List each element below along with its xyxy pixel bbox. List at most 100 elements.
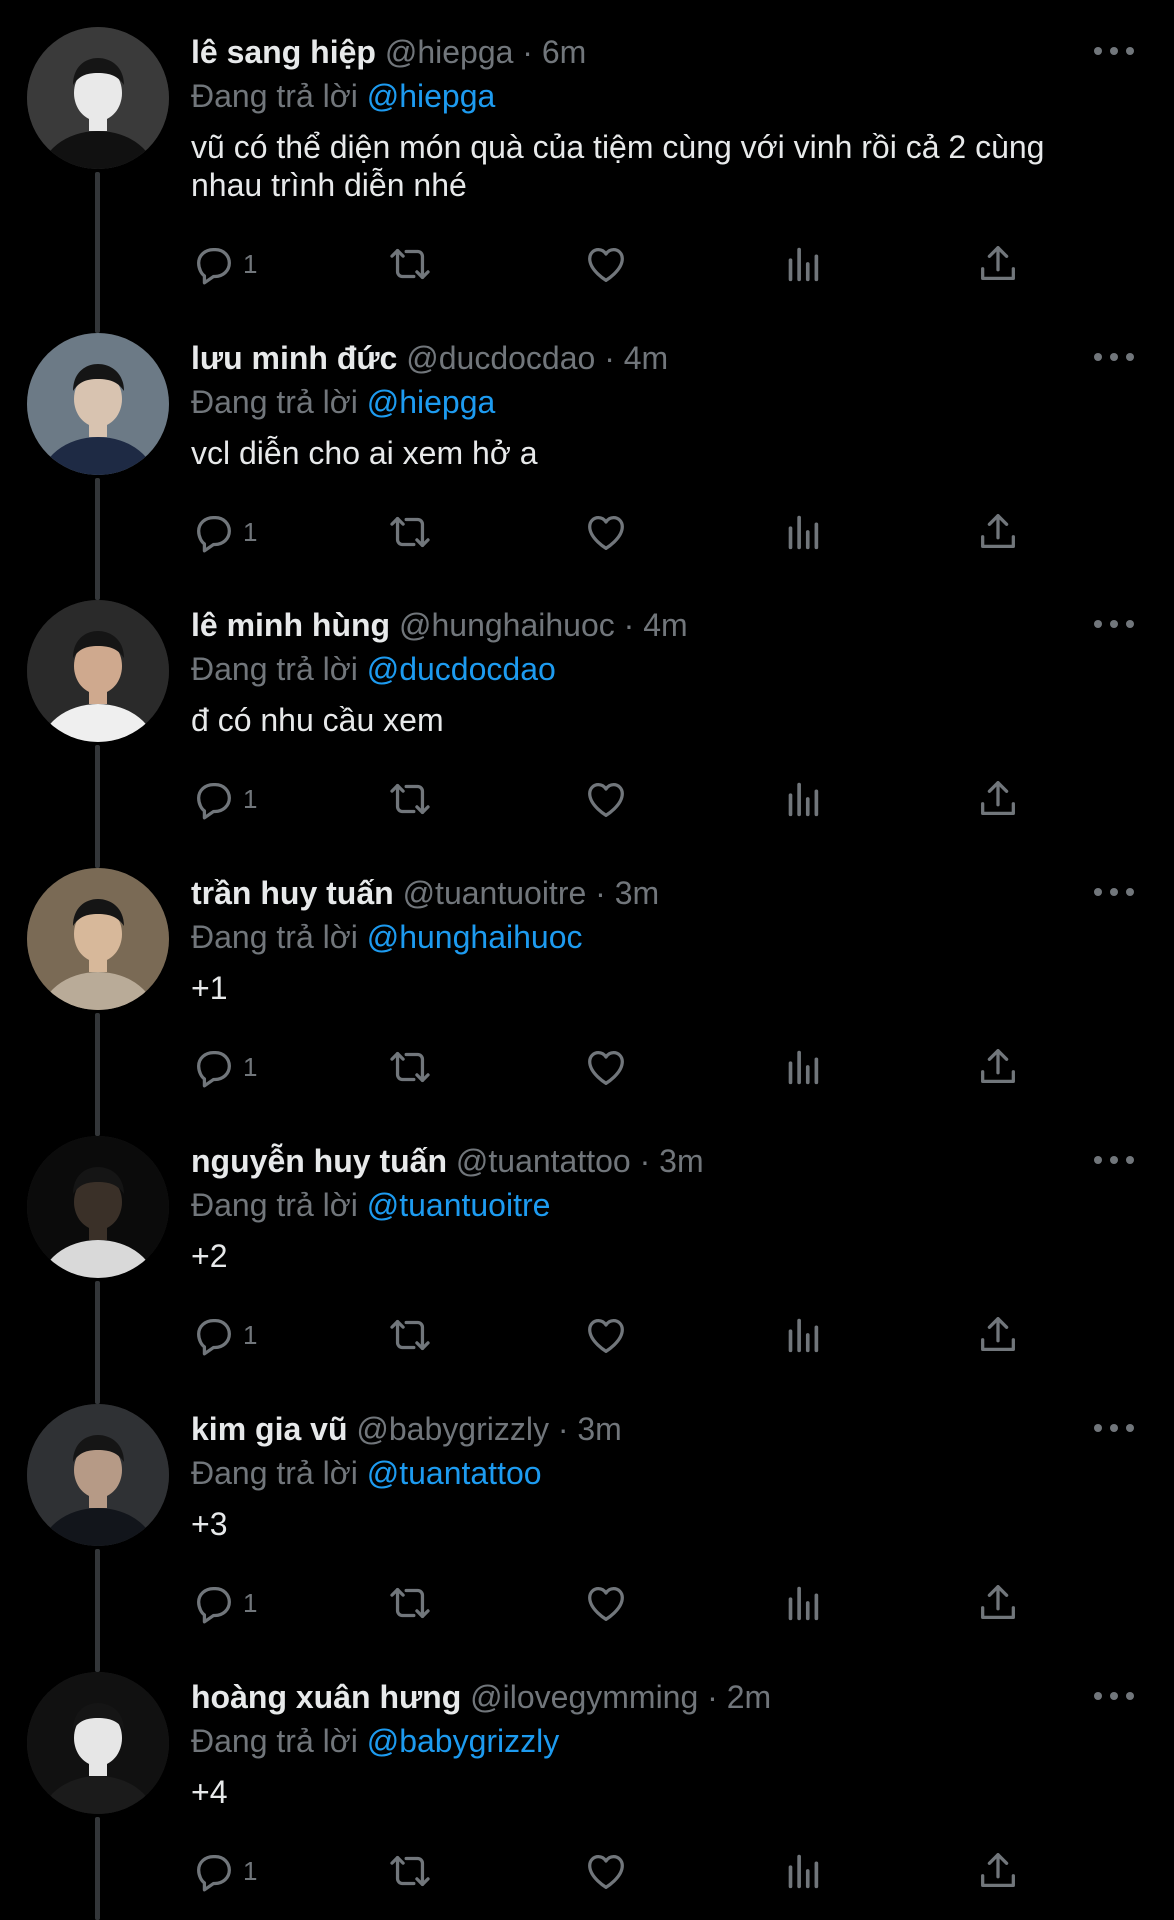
reply-tweet[interactable]: nguyễn huy tuấn @tuantattoo · 3m Đang trả… xyxy=(0,1109,1174,1404)
retweet-button[interactable] xyxy=(387,1847,433,1895)
avatar[interactable] xyxy=(27,333,169,475)
share-button[interactable] xyxy=(975,508,1021,556)
replying-to-label: Đang trả lời xyxy=(191,1187,358,1223)
more-options-icon[interactable] xyxy=(1094,1145,1134,1175)
reply-button[interactable]: 1 xyxy=(191,775,257,823)
like-button[interactable] xyxy=(583,1043,629,1091)
author-name[interactable]: lưu minh đức xyxy=(191,340,397,376)
share-upload-icon xyxy=(975,776,1021,822)
like-button[interactable] xyxy=(583,1311,629,1359)
replying-to-handle-link[interactable]: @tuantuoitre xyxy=(367,1187,551,1223)
like-button[interactable] xyxy=(583,508,629,556)
reply-bubble-icon xyxy=(191,1312,237,1358)
tweet-actions: 1 xyxy=(191,1311,1071,1359)
share-button[interactable] xyxy=(975,1847,1021,1895)
replying-to-handle-link[interactable]: @hiepga xyxy=(367,384,496,420)
reply-count: 1 xyxy=(243,516,258,547)
like-button[interactable] xyxy=(583,1579,629,1627)
timestamp[interactable]: 4m xyxy=(624,340,668,376)
more-options-icon[interactable] xyxy=(1094,877,1134,907)
author-name[interactable]: trần huy tuấn xyxy=(191,875,394,911)
more-dot xyxy=(1126,888,1134,896)
views-button[interactable] xyxy=(779,1311,825,1359)
replying-to-handle-link[interactable]: @ducdocdao xyxy=(367,651,556,687)
retweet-button[interactable] xyxy=(387,508,433,556)
author-name[interactable]: nguyễn huy tuấn xyxy=(191,1143,447,1179)
reply-tweet[interactable]: lưu minh đức @ducdocdao · 4m Đang trả lời… xyxy=(0,306,1174,600)
author-handle[interactable]: @hiepga xyxy=(385,34,514,70)
reply-tweet[interactable]: lê sang hiệp @hiepga · 6m Đang trả lời @h… xyxy=(0,0,1174,333)
avatar[interactable] xyxy=(27,1672,169,1814)
tweet-text: +4 xyxy=(191,1774,228,1810)
timestamp[interactable]: 4m xyxy=(643,607,687,643)
author-handle[interactable]: @ducdocdao xyxy=(406,340,595,376)
more-options-icon[interactable] xyxy=(1094,36,1134,66)
reply-button[interactable]: 1 xyxy=(191,1311,257,1359)
reply-tweet[interactable]: hoàng xuân hưng @ilovegymming · 2m Đang t… xyxy=(0,1645,1174,1920)
tweet-actions: 1 xyxy=(191,508,1071,556)
like-button[interactable] xyxy=(583,775,629,823)
views-button[interactable] xyxy=(779,1579,825,1627)
share-button[interactable] xyxy=(975,775,1021,823)
avatar[interactable] xyxy=(27,868,169,1010)
author-name[interactable]: hoàng xuân hưng xyxy=(191,1679,461,1715)
timestamp[interactable]: 3m xyxy=(615,875,659,911)
timestamp[interactable]: 3m xyxy=(577,1411,621,1447)
reply-button[interactable]: 1 xyxy=(191,508,257,556)
timestamp[interactable]: 2m xyxy=(727,1679,771,1715)
views-button[interactable] xyxy=(779,240,825,288)
more-options-icon[interactable] xyxy=(1094,1681,1134,1711)
views-button[interactable] xyxy=(779,508,825,556)
share-button[interactable] xyxy=(975,1311,1021,1359)
separator-dot: · xyxy=(707,1679,718,1715)
retweet-icon xyxy=(387,1312,433,1358)
author-name[interactable]: lê sang hiệp xyxy=(191,34,376,70)
avatar[interactable] xyxy=(27,1136,169,1278)
author-handle[interactable]: @tuantattoo xyxy=(456,1143,631,1179)
views-button[interactable] xyxy=(779,1043,825,1091)
author-handle[interactable]: @tuantuoitre xyxy=(403,875,587,911)
author-name[interactable]: lê minh hùng xyxy=(191,607,390,643)
retweet-button[interactable] xyxy=(387,240,433,288)
retweet-icon xyxy=(387,1848,433,1894)
share-button[interactable] xyxy=(975,1579,1021,1627)
timestamp[interactable]: 6m xyxy=(542,34,586,70)
avatar[interactable] xyxy=(27,600,169,742)
views-button[interactable] xyxy=(779,1847,825,1895)
share-upload-icon xyxy=(975,1580,1021,1626)
author-handle[interactable]: @hunghaihuoc xyxy=(399,607,615,643)
author-handle[interactable]: @ilovegymming xyxy=(470,1679,698,1715)
replying-to-handle-link[interactable]: @hiepga xyxy=(367,78,496,114)
reply-button[interactable]: 1 xyxy=(191,1847,257,1895)
author-name[interactable]: kim gia vũ xyxy=(191,1411,348,1447)
replying-to-handle-link[interactable]: @tuantattoo xyxy=(367,1455,542,1491)
like-button[interactable] xyxy=(583,1847,629,1895)
reply-button[interactable]: 1 xyxy=(191,240,257,288)
reply-tweet[interactable]: lê minh hùng @hunghaihuoc · 4m Đang trả l… xyxy=(0,573,1174,868)
tweet-actions: 1 xyxy=(191,775,1071,823)
more-options-icon[interactable] xyxy=(1094,1413,1134,1443)
more-options-icon[interactable] xyxy=(1094,609,1134,639)
author-handle[interactable]: @babygrizzly xyxy=(356,1411,549,1447)
avatar[interactable] xyxy=(27,27,169,169)
views-bar-chart-icon xyxy=(779,1848,825,1894)
retweet-button[interactable] xyxy=(387,775,433,823)
share-button[interactable] xyxy=(975,1043,1021,1091)
reply-tweet[interactable]: kim gia vũ @babygrizzly · 3m Đang trả lời… xyxy=(0,1377,1174,1672)
views-button[interactable] xyxy=(779,775,825,823)
timestamp[interactable]: 3m xyxy=(659,1143,703,1179)
like-button[interactable] xyxy=(583,240,629,288)
retweet-button[interactable] xyxy=(387,1311,433,1359)
reply-button[interactable]: 1 xyxy=(191,1043,257,1091)
replying-to-handle-link[interactable]: @hunghaihuoc xyxy=(367,919,583,955)
share-button[interactable] xyxy=(975,240,1021,288)
reply-tweet[interactable]: trần huy tuấn @tuantuoitre · 3m Đang trả … xyxy=(0,841,1174,1136)
replying-to-handle-link[interactable]: @babygrizzly xyxy=(367,1723,560,1759)
retweet-button[interactable] xyxy=(387,1043,433,1091)
reply-button[interactable]: 1 xyxy=(191,1579,257,1627)
replying-to: Đang trả lời @hunghaihuoc xyxy=(191,915,582,959)
avatar[interactable] xyxy=(27,1404,169,1546)
retweet-button[interactable] xyxy=(387,1579,433,1627)
more-options-icon[interactable] xyxy=(1094,342,1134,372)
heart-icon xyxy=(583,776,629,822)
